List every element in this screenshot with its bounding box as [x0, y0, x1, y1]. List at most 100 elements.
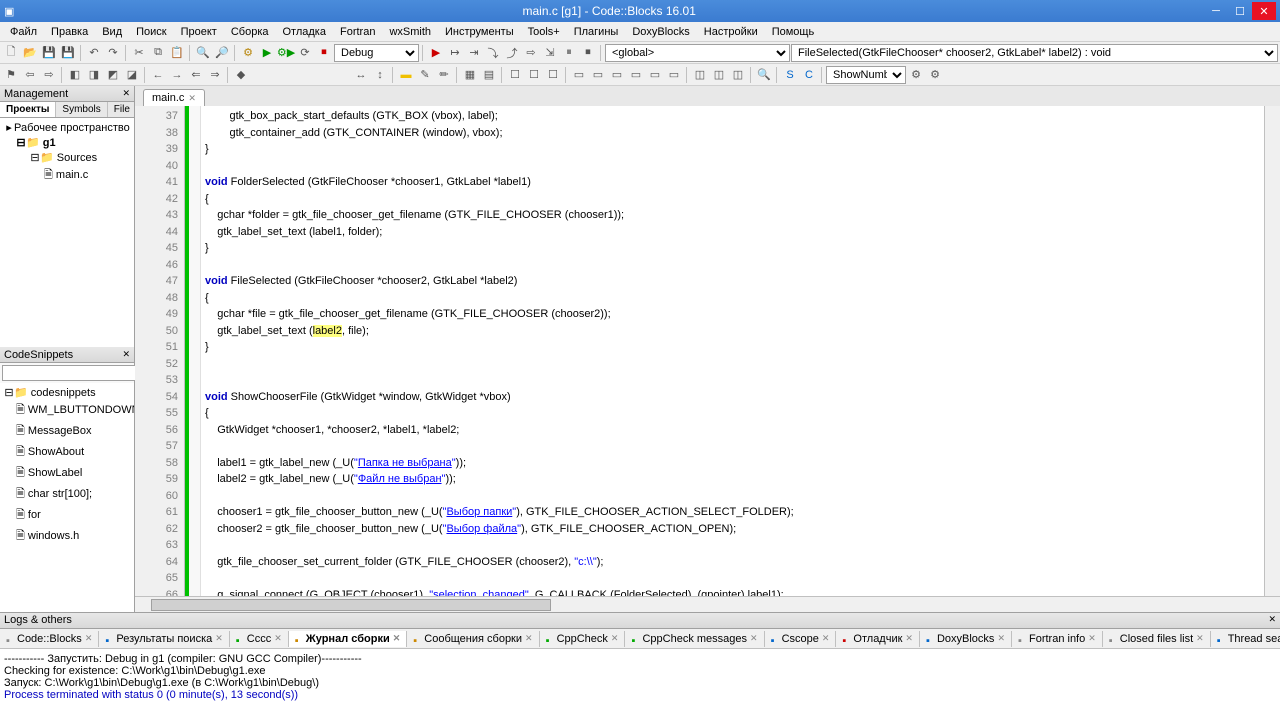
tb-icon[interactable]: ◪: [123, 66, 141, 84]
tb-icon[interactable]: ▭: [665, 66, 683, 84]
menu-отладка[interactable]: Отладка: [277, 24, 332, 40]
panel-close-icon[interactable]: ✕: [122, 349, 130, 360]
tab-close-icon[interactable]: ✕: [611, 633, 619, 644]
snippets-tree[interactable]: ⊟📁 codesnippets 🗎 WM_LBUTTONDOWN🗎 Messag…: [0, 383, 134, 612]
save-icon[interactable]: 💾: [40, 44, 58, 62]
tb-icon[interactable]: ✏: [435, 66, 453, 84]
build-run-icon[interactable]: ⚙▶: [277, 44, 295, 62]
tb-icon[interactable]: ▭: [608, 66, 626, 84]
tb-icon[interactable]: ⚙: [907, 66, 925, 84]
tb-icon[interactable]: ◆: [232, 66, 250, 84]
step-instr-icon[interactable]: ⇲: [541, 44, 559, 62]
snippet-item[interactable]: 🗎 ShowLabel: [2, 463, 132, 484]
tb-icon[interactable]: ◩: [104, 66, 122, 84]
tab-close-icon[interactable]: ✕: [822, 633, 830, 644]
undo-icon[interactable]: ↶: [85, 44, 103, 62]
tb-s-icon[interactable]: S: [781, 66, 799, 84]
menu-поиск[interactable]: Поиск: [130, 24, 172, 40]
snippet-item[interactable]: 🗎 WM_LBUTTONDOWN: [2, 400, 132, 421]
tab-close-icon[interactable]: ✕: [525, 633, 533, 644]
log-tab[interactable]: ▪Сообщения сборки✕: [407, 631, 539, 647]
bookmark-toggle-icon[interactable]: ⚑: [2, 66, 20, 84]
tab-close-icon[interactable]: ✕: [1088, 633, 1096, 644]
menu-сборка[interactable]: Сборка: [225, 24, 275, 40]
snippet-root[interactable]: ⊟📁 codesnippets: [2, 385, 132, 400]
next-instr-icon[interactable]: ⇨: [522, 44, 540, 62]
log-tab[interactable]: ▪Журнал сборки✕: [289, 631, 407, 647]
code-editor[interactable]: 3738394041424344454647484950515253545556…: [135, 106, 1280, 596]
panel-close-icon[interactable]: ✕: [1268, 614, 1276, 627]
snippet-item[interactable]: 🗎 windows.h: [2, 526, 132, 547]
log-tab[interactable]: ▪Closed files list✕: [1103, 631, 1211, 647]
snippet-item[interactable]: 🗎 MessageBox: [2, 421, 132, 442]
tb-icon[interactable]: ◧: [66, 66, 84, 84]
open-icon[interactable]: 📂: [21, 44, 39, 62]
tree-workspace[interactable]: ▸Рабочее пространство: [2, 120, 132, 135]
menu-вид[interactable]: Вид: [96, 24, 128, 40]
tb-icon[interactable]: ▭: [589, 66, 607, 84]
menu-wxsmith[interactable]: wxSmith: [383, 24, 437, 40]
tb-icon[interactable]: ☐: [525, 66, 543, 84]
menu-tools+[interactable]: Tools+: [522, 24, 566, 40]
menu-плагины[interactable]: Плагины: [568, 24, 625, 40]
new-file-icon[interactable]: 🗋: [2, 44, 20, 62]
fold-bar[interactable]: [189, 106, 201, 596]
stop-icon[interactable]: ⏹: [315, 44, 333, 62]
menu-файл[interactable]: Файл: [4, 24, 43, 40]
tb-icon[interactable]: ✎: [416, 66, 434, 84]
build-icon[interactable]: ⚙: [239, 44, 257, 62]
tab-close-icon[interactable]: ✕: [997, 633, 1005, 644]
nav-fwd-icon[interactable]: →: [168, 66, 186, 84]
stop-debug-icon[interactable]: ⏹: [579, 44, 597, 62]
file-tab[interactable]: main.c ✕: [143, 89, 205, 106]
tab-close-icon[interactable]: ✕: [750, 633, 758, 644]
run-icon[interactable]: ▶: [258, 44, 276, 62]
tb-icon[interactable]: 🔍: [755, 66, 773, 84]
log-tab[interactable]: ▪Code::Blocks✕: [0, 631, 99, 647]
build-target-select[interactable]: Debug: [334, 44, 419, 62]
tb-icon[interactable]: ▭: [627, 66, 645, 84]
scope-select[interactable]: <global>: [605, 44, 790, 62]
next-line-icon[interactable]: ⇥: [465, 44, 483, 62]
log-tab[interactable]: ▪CppCheck✕: [540, 631, 626, 647]
cut-icon[interactable]: ✂: [130, 44, 148, 62]
file-tab-close-icon[interactable]: ✕: [188, 93, 196, 104]
tab-close-icon[interactable]: ✕: [393, 633, 401, 644]
paste-icon[interactable]: 📋: [168, 44, 186, 62]
tree-file[interactable]: 🗎 main.c: [2, 165, 132, 186]
run-to-cursor-icon[interactable]: ↦: [446, 44, 464, 62]
highlight-icon[interactable]: ▬: [397, 66, 415, 84]
tb-icon[interactable]: ◨: [85, 66, 103, 84]
log-tab[interactable]: ▪Результаты поиска✕: [99, 631, 229, 647]
log-tab[interactable]: ▪DoxyBlocks✕: [920, 631, 1012, 647]
bookmark-prev-icon[interactable]: ⇦: [21, 66, 39, 84]
tree-project[interactable]: ⊟📁 g1: [2, 135, 132, 150]
mgmt-tab-symbols[interactable]: Symbols: [56, 102, 107, 117]
tb-c-icon[interactable]: C: [800, 66, 818, 84]
tab-close-icon[interactable]: ✕: [215, 633, 223, 644]
log-tab[interactable]: ▪Thread search✕: [1211, 631, 1280, 647]
nav-back-icon[interactable]: ←: [149, 66, 167, 84]
tb-icon[interactable]: ↕: [371, 66, 389, 84]
nav-last-icon[interactable]: ⇐: [187, 66, 205, 84]
tb-icon[interactable]: ▦: [461, 66, 479, 84]
log-output[interactable]: ----------- Запустить: Debug in g1 (comp…: [0, 649, 1280, 720]
menu-fortran[interactable]: Fortran: [334, 24, 381, 40]
save-all-icon[interactable]: 💾: [59, 44, 77, 62]
nav-jump-icon[interactable]: ⇒: [206, 66, 224, 84]
aux-select[interactable]: ShowNumber: [826, 66, 906, 84]
step-out-icon[interactable]: ⤴: [503, 44, 521, 62]
step-into-icon[interactable]: ⤵: [484, 44, 502, 62]
menu-настройки[interactable]: Настройки: [698, 24, 764, 40]
code-content[interactable]: gtk_box_pack_start_defaults (GTK_BOX (vb…: [201, 106, 1264, 596]
rebuild-icon[interactable]: ⟳: [296, 44, 314, 62]
horizontal-scrollbar[interactable]: [135, 596, 1280, 612]
tb-icon[interactable]: ◫: [729, 66, 747, 84]
redo-icon[interactable]: ↷: [104, 44, 122, 62]
tb-icon[interactable]: ☐: [544, 66, 562, 84]
tb-icon[interactable]: ▭: [570, 66, 588, 84]
maximize-button[interactable]: ☐: [1228, 2, 1252, 20]
project-tree[interactable]: ▸Рабочее пространство ⊟📁 g1 ⊟📁 Sources 🗎…: [0, 118, 134, 347]
tb-icon[interactable]: ▤: [480, 66, 498, 84]
log-tab[interactable]: ▪Fortran info✕: [1012, 631, 1103, 647]
